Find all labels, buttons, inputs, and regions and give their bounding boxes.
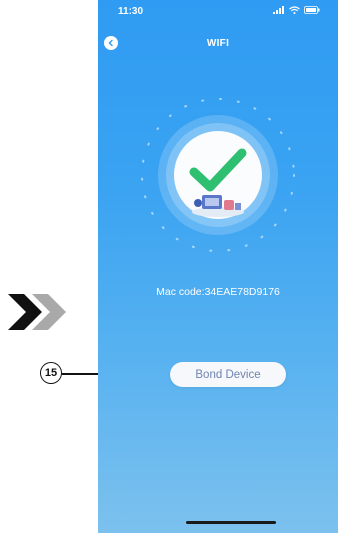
signal-icon: [273, 6, 284, 14]
wifi-icon: [289, 6, 300, 14]
callout-number: 15: [40, 362, 62, 384]
home-indicator[interactable]: [186, 521, 276, 524]
success-checkmark-icon: [141, 98, 295, 252]
battery-icon: [304, 6, 320, 14]
status-icons: [273, 6, 320, 14]
phone-screen: 11:30 WIFI Mac code:34EAE78D9176 Bond De…: [98, 0, 338, 533]
double-chevron-right-icon: [8, 294, 66, 330]
status-bar: 11:30: [98, 0, 338, 22]
page-title: WIFI: [206, 38, 230, 49]
status-time: 11:30: [118, 6, 144, 17]
bond-device-button[interactable]: Bond Device: [170, 362, 286, 387]
mac-code-text: Mac code:34EAE78D9176: [156, 286, 280, 298]
